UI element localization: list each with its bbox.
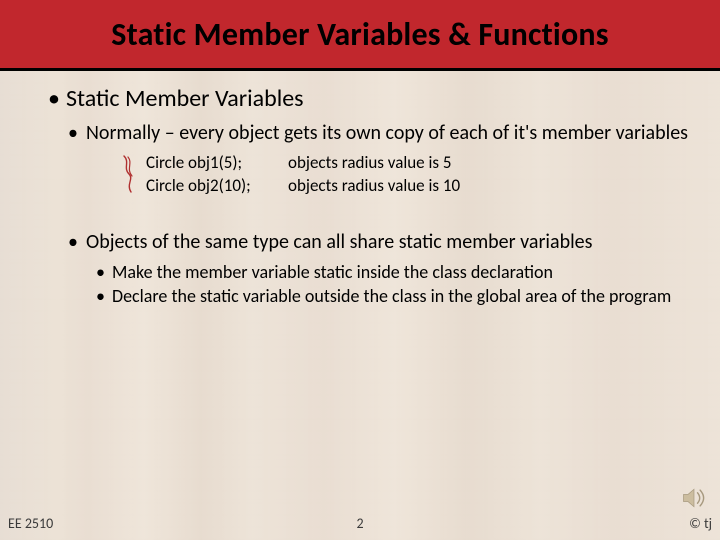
footer-page-number: 2 <box>0 515 720 532</box>
annotation-scribble-icon <box>120 154 142 194</box>
code-decl: Circle obj2(10); <box>146 175 266 198</box>
code-row: Circle obj1(5); objects radius value is … <box>146 152 690 175</box>
slide: Static Member Variables & Functions Stat… <box>0 0 720 540</box>
bullet-level1: Static Member Variables <box>48 84 690 113</box>
footer-author: © tj <box>689 515 712 532</box>
bullet-text: Normally – every object gets its own cop… <box>86 121 688 145</box>
bullet-text: Objects of the same type can all share s… <box>86 230 592 254</box>
bullet-level3: Declare the static variable outside the … <box>96 285 690 308</box>
code-comment: objects radius value is 10 <box>288 175 460 198</box>
code-comment: objects radius value is 5 <box>288 152 452 175</box>
code-row: Circle obj2(10); objects radius value is… <box>146 175 690 198</box>
code-decl: Circle obj1(5); <box>146 152 266 175</box>
bullet-text: Static Member Variables <box>66 84 304 113</box>
bullet-level3: Make the member variable static inside t… <box>96 261 690 284</box>
slide-title: Static Member Variables & Functions <box>111 15 608 54</box>
title-bar: Static Member Variables & Functions <box>0 0 720 71</box>
bullet-level2: Normally – every object gets its own cop… <box>68 121 690 146</box>
bullet-text: Declare the static variable outside the … <box>112 285 671 307</box>
bullet-level2: Objects of the same type can all share s… <box>68 230 690 255</box>
bullet-text: Make the member variable static inside t… <box>112 261 553 283</box>
code-example: Circle obj1(5); objects radius value is … <box>146 152 690 198</box>
speaker-icon <box>680 484 708 512</box>
content-area: Static Member Variables Normally – every… <box>48 84 690 310</box>
